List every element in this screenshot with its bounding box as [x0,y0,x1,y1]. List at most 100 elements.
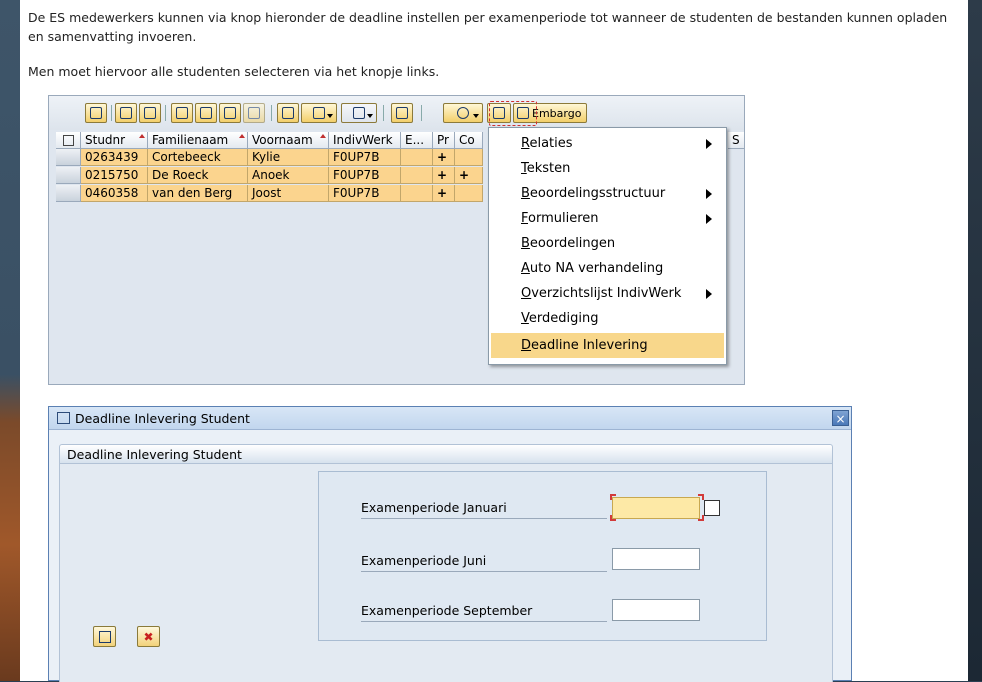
menu-item-accesskey: O [521,286,532,301]
value-help-icon[interactable] [704,500,720,516]
menu-item-beoordelingen[interactable]: Beoordelingen [491,231,724,256]
focus-corner [610,494,616,500]
col-header-familienaam[interactable]: Familienaam [148,132,248,149]
settings-dropdown-button[interactable] [443,103,483,123]
submenu-arrow-icon [706,139,712,149]
save-icon [98,630,111,643]
menu-item-auto-na-verhandeling[interactable]: Auto NA verhandeling [491,256,724,281]
menu-item-label: eadline Inlevering [531,338,648,353]
cell-indivwerk: F0UP7B [329,185,401,202]
dialog-title: Deadline Inlevering Student [75,411,250,426]
col-header-studnr[interactable]: Studnr [81,132,148,149]
dialog-window-icon [57,412,70,424]
layout-dropdown-button[interactable] [301,103,337,123]
menu-item-relaties[interactable]: Relaties [491,131,724,156]
menu-item-teksten[interactable]: Teksten [491,156,724,181]
embargo-label: Embargo [532,106,582,120]
desktop-background-right [968,0,982,681]
intro-paragraph-2: Men moet hiervoor alle studenten selecte… [28,64,440,79]
submenu-arrow-icon [706,189,712,199]
cell-pr: + [433,149,455,166]
toolbar-separator [421,105,422,121]
cell-voornaam: Kylie [248,149,329,166]
info-button[interactable] [391,103,413,123]
table-row[interactable]: 0460358 van den Berg Joost F0UP7B + [56,185,483,202]
magnifier-icon [90,107,102,119]
intro-paragraph-1: De ES medewerkers kunnen via knop hieron… [28,10,948,44]
col-header-indivwerk[interactable]: IndivWerk [329,132,401,149]
gear-icon [457,107,469,119]
col-header-e[interactable]: E... [401,132,433,149]
find-next-button[interactable] [243,103,265,123]
refresh-button[interactable] [139,103,161,123]
menu-item-deadline-inlevering[interactable]: Deadline Inlevering [491,333,724,358]
sort-ascending-button[interactable] [115,103,137,123]
toolbar-separator [271,105,272,121]
menu-item-accesskey: A [521,261,530,276]
focus-corner [610,515,616,521]
cancel-icon: ✖ [143,629,154,644]
info-icon [396,107,408,119]
menu-item-label: eoordelingen [529,236,616,251]
binoculars-next-icon [248,107,260,119]
select-all-icon [62,134,74,146]
table-row[interactable]: 0263439 Cortebeeck Kylie F0UP7B + [56,149,483,166]
details-button[interactable] [85,103,107,123]
menu-item-label: erdediging [528,311,599,326]
menu-item-label: ormulieren [528,211,599,226]
select-all-button[interactable] [56,132,81,149]
menu-item-label: elaties [529,136,573,151]
alv-toolbar: Embargo [49,96,744,130]
col-header-voornaam[interactable]: Voornaam [248,132,329,149]
cell-familienaam: Cortebeeck [148,149,248,166]
save-button[interactable] [93,626,116,647]
menu-item-label: eoordelingsstructuur [529,186,666,201]
print-button[interactable] [171,103,193,123]
menu-item-verdediging[interactable]: Verdediging [491,306,724,331]
col-header-pr[interactable]: Pr [433,132,455,149]
label-examenperiode-januari: Examenperiode Januari [361,499,607,519]
cell-co [455,185,483,202]
filter-button[interactable] [195,103,217,123]
input-examenperiode-juni[interactable] [612,548,700,570]
input-examenperiode-januari[interactable] [612,497,700,519]
menu-item-label: eksten [526,161,571,176]
refresh-icon [144,107,156,119]
cell-indivwerk: F0UP7B [329,167,401,184]
export-button[interactable] [277,103,299,123]
dialog-close-button[interactable]: × [832,410,849,426]
cancel-button[interactable]: ✖ [137,626,160,647]
cell-familienaam: De Roeck [148,167,248,184]
submenu-arrow-icon [706,214,712,224]
cell-familienaam: van den Berg [148,185,248,202]
cell-co [455,149,483,166]
col-header-s[interactable]: S [728,132,744,149]
menu-item-formulieren[interactable]: Formulieren [491,206,724,231]
cell-pr: + [433,167,455,184]
sort-ascending-icon [120,107,132,119]
dialog-titlebar: Deadline Inlevering Student × [49,407,851,430]
toolbar-separator [165,105,166,121]
table-row[interactable]: 0215750 De Roeck Anoek F0UP7B + + [56,167,483,184]
menu-item-accesskey: D [521,338,532,353]
document-icon [282,107,294,119]
cell-co: + [455,167,483,184]
find-button[interactable] [219,103,241,123]
input-examenperiode-september[interactable] [612,599,700,621]
col-header-co[interactable]: Co [455,132,483,149]
menu-item-accesskey: B [521,236,530,251]
menu-item-accesskey: F [521,211,529,226]
row-selector[interactable] [56,167,81,184]
menu-item-accesskey: B [521,186,530,201]
cell-voornaam: Joost [248,185,329,202]
cell-studnr: 0460358 [81,185,148,202]
menu-item-overzichtslijst[interactable]: Overzichtslijst IndivWerk [491,281,724,306]
cell-e [401,167,433,184]
menu-item-beoordelingsstructuur[interactable]: Beoordelingsstructuur [491,181,724,206]
binoculars-icon [224,107,236,119]
columns-dropdown-button[interactable] [341,103,377,123]
cell-studnr: 0215750 [81,167,148,184]
row-selector[interactable] [56,185,81,202]
row-selector[interactable] [56,149,81,166]
menu-item-accesskey: V [521,311,529,326]
